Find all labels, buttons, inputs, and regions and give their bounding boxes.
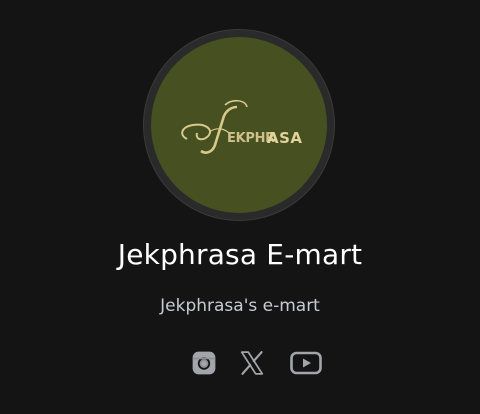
avatar: JEKPHRASA EKPHR ASA — [144, 30, 334, 220]
x-icon — [240, 351, 264, 375]
youtube-link[interactable] — [288, 346, 324, 380]
youtube-icon — [290, 351, 322, 375]
jekphrasa-logo-icon: EKPHR ASA — [181, 99, 303, 154]
svg-text:ASA: ASA — [267, 129, 303, 147]
social-links — [0, 346, 480, 380]
instagram-link[interactable] — [189, 346, 219, 380]
x-link[interactable] — [236, 346, 268, 380]
avatar-logo: JEKPHRASA EKPHR ASA — [151, 37, 327, 213]
instagram-icon — [192, 351, 216, 375]
profile-page: JEKPHRASA EKPHR ASA Jekphrasa E-mart Jek… — [0, 0, 480, 414]
page-subtitle: Jekphrasa's e-mart — [160, 296, 320, 316]
page-title: Jekphrasa E-mart — [117, 238, 363, 271]
